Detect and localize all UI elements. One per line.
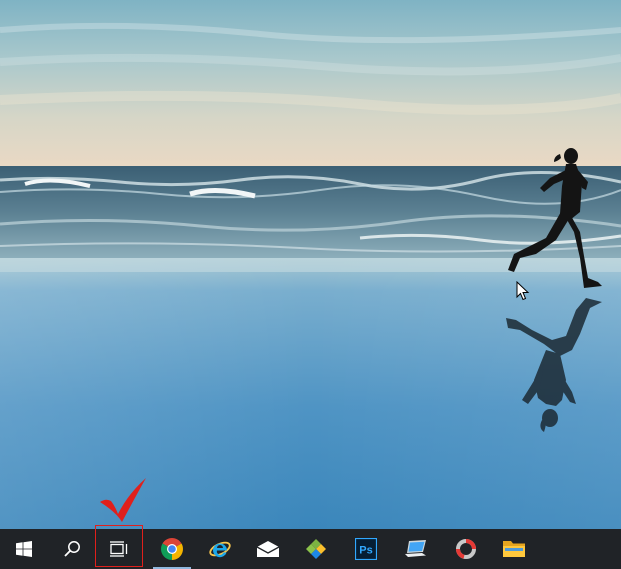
taskbar-app-file-explorer[interactable]	[492, 529, 536, 569]
mail-icon	[256, 541, 280, 557]
wallpaper-image	[0, 0, 621, 529]
search-icon	[64, 541, 80, 557]
laptop-icon	[405, 540, 426, 557]
chrome-icon	[161, 538, 183, 560]
taskbar-app-ring[interactable]	[444, 529, 488, 569]
start-button[interactable]	[4, 529, 44, 569]
svg-text:Ps: Ps	[359, 545, 372, 557]
ring-app-icon	[455, 539, 476, 559]
taskbar-app-photoshop[interactable]: Ps	[344, 529, 388, 569]
diamond-app-icon	[306, 539, 326, 559]
taskbar-app-chrome[interactable]	[150, 529, 194, 569]
desktop	[0, 0, 621, 529]
taskbar: Ps	[0, 529, 621, 569]
windows-logo-icon	[16, 541, 32, 557]
taskbar-app-mail[interactable]	[246, 529, 290, 569]
taskbar-app-internet-explorer[interactable]	[198, 529, 242, 569]
task-view-highlight-box	[95, 525, 143, 567]
internet-explorer-icon	[209, 541, 231, 558]
folder-icon	[503, 541, 525, 557]
search-button[interactable]	[52, 529, 92, 569]
taskbar-app-this-pc[interactable]	[394, 529, 438, 569]
checkmark-icon	[100, 478, 146, 522]
photoshop-icon: Ps	[355, 538, 377, 560]
mouse-cursor-icon	[516, 281, 530, 301]
taskbar-app-diamond[interactable]	[294, 529, 338, 569]
